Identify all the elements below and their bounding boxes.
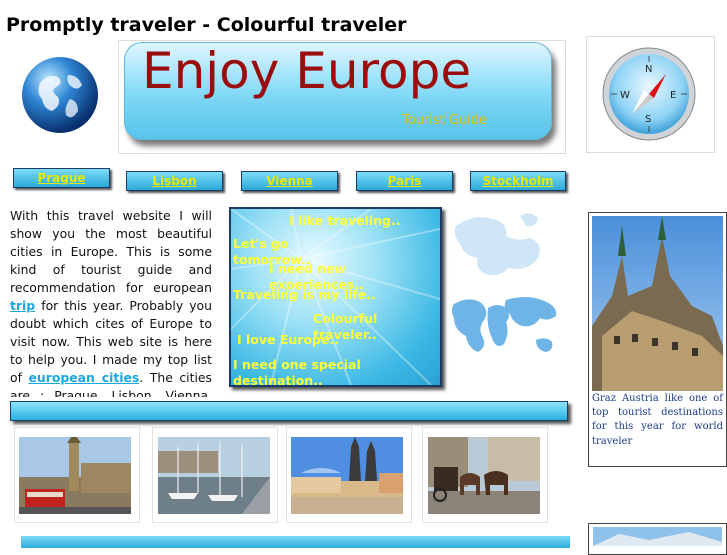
svg-text:W: W [620, 90, 630, 101]
site-title: Promptly traveler - Colourful traveler [6, 14, 407, 36]
nav-vienna[interactable]: Vienna [241, 171, 338, 191]
photo-prague[interactable] [291, 437, 403, 514]
slogan-box: I like traveling.. Let's go tomorrow.. I… [229, 207, 442, 387]
photo-london[interactable] [19, 433, 131, 514]
photo-carriage[interactable] [428, 437, 540, 514]
globe-icon [18, 53, 102, 137]
european-cities-link[interactable]: european cities [29, 370, 140, 385]
europe-map [454, 213, 540, 276]
intro-part-1: With this travel website I will show you… [10, 208, 212, 295]
intro-text-box: With this travel website I will show you… [10, 207, 212, 397]
graz-photo[interactable] [592, 216, 723, 391]
bottom-bar [21, 536, 570, 548]
banner-title: Enjoy Europe [142, 42, 472, 100]
nav-stockholm[interactable]: Stockholm [470, 171, 566, 191]
nav-prague[interactable]: Prague [13, 168, 110, 188]
marquee-scroll-bar[interactable] [10, 401, 568, 421]
world-maps [448, 208, 564, 394]
compass-icon: N E S W [596, 46, 702, 142]
photo-harbor[interactable] [158, 437, 270, 514]
slogan-6: I love Europe.. [237, 332, 339, 347]
svg-text:E: E [670, 90, 676, 101]
banner-subtitle: Tourist Guide [402, 113, 488, 128]
slogan-4: Traveling is my life.. [233, 287, 376, 302]
slogan-1: I like traveling.. [289, 213, 401, 228]
intro-text: With this travel website I will show you… [10, 207, 212, 397]
slogan-7: I need one special destination.. [233, 357, 361, 387]
world-map [452, 297, 557, 352]
nav-paris[interactable]: Paris [356, 171, 453, 191]
nav-lisbon[interactable]: Lisbon [126, 171, 223, 191]
graz-caption: Graz Austria like one of top tourist des… [592, 393, 723, 447]
sidebar-photo-2-frame [588, 523, 727, 555]
trip-link[interactable]: trip [10, 298, 35, 313]
svg-text:N: N [645, 64, 652, 75]
svg-text:S: S [645, 114, 651, 125]
